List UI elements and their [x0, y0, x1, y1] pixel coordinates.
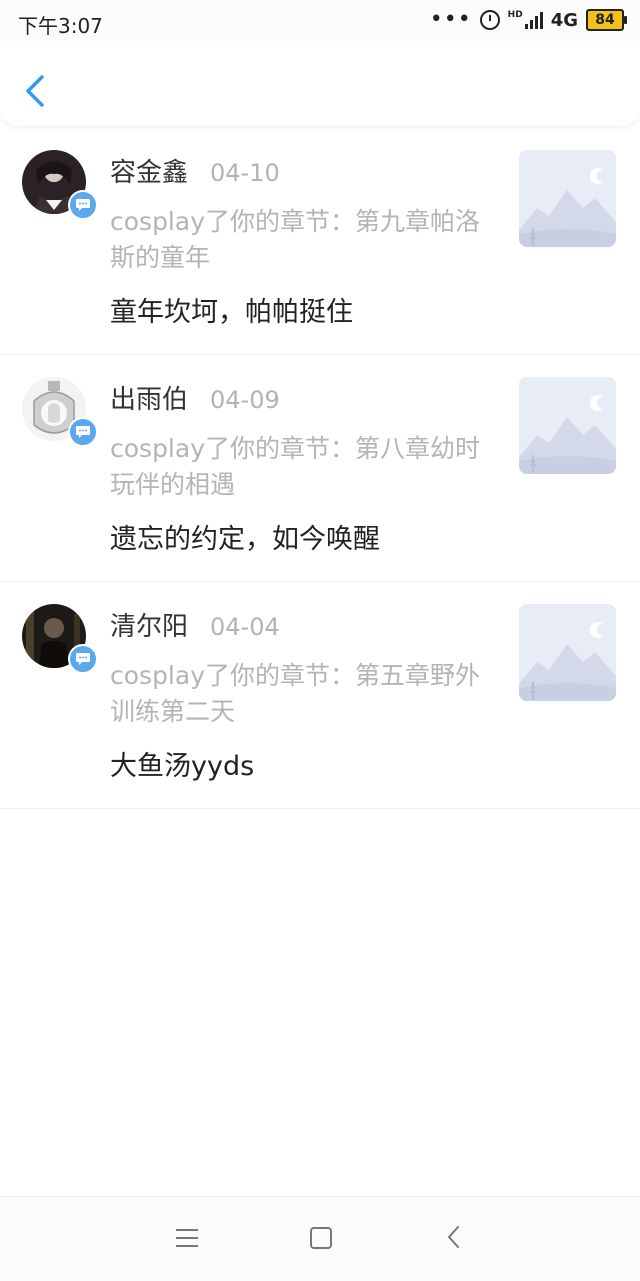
date: 04-10	[210, 159, 280, 187]
name-row: 出雨伯 04-09	[110, 379, 280, 416]
comment: 大鱼汤yyds	[110, 751, 255, 782]
home-icon[interactable]	[310, 1227, 332, 1249]
notification-list: 容金鑫 04-10 cosplay了你的章节：第九章帕洛斯的童年 童年坎坷，帕帕…	[0, 128, 640, 809]
signal-group: HD	[508, 11, 543, 29]
back-icon[interactable]	[444, 1224, 464, 1250]
chat-badge-icon	[68, 417, 98, 447]
comment: 童年坎坷，帕帕挺住	[110, 297, 353, 328]
description: cosplay了你的章节：第九章帕洛斯的童年	[110, 207, 480, 272]
signal-icon	[524, 11, 543, 29]
network-type: 4G	[550, 9, 578, 31]
user-name[interactable]: 出雨伯	[110, 379, 188, 416]
alarm-icon	[479, 10, 500, 30]
user-name[interactable]: 容金鑫	[110, 152, 188, 189]
description: cosplay了你的章节：第五章野外训练第二天	[110, 661, 480, 726]
comment: 遗忘的约定，如今唤醒	[110, 524, 380, 555]
system-nav-bar	[0, 1196, 640, 1281]
thumbnail-placeholder-image[interactable]	[519, 377, 616, 474]
back-button[interactable]	[22, 74, 48, 108]
status-time: 下午3:07	[18, 14, 103, 38]
thumbnail-placeholder-image[interactable]	[519, 604, 616, 701]
menu-icon[interactable]	[176, 1229, 198, 1247]
header	[0, 46, 640, 126]
chat-badge-icon	[68, 190, 98, 220]
user-name[interactable]: 清尔阳	[110, 606, 188, 643]
list-item[interactable]: 容金鑫 04-10 cosplay了你的章节：第九章帕洛斯的童年 童年坎坷，帕帕…	[0, 128, 640, 355]
thumbnail-placeholder-image[interactable]	[519, 150, 616, 247]
list-item[interactable]: 出雨伯 04-09 cosplay了你的章节：第八章幼时玩伴的相遇 遗忘的约定，…	[0, 355, 640, 582]
date: 04-04	[210, 613, 280, 641]
more-dots-icon: •••	[429, 7, 472, 32]
battery-icon: 84	[586, 9, 627, 31]
description: cosplay了你的章节：第八章幼时玩伴的相遇	[110, 434, 480, 499]
hd-label: HD	[507, 10, 523, 20]
chat-badge-icon	[68, 644, 98, 674]
status-icons: ••• HD 4G 84	[429, 7, 627, 32]
name-row: 清尔阳 04-04	[110, 606, 280, 643]
name-row: 容金鑫 04-10	[110, 152, 280, 189]
date: 04-09	[210, 386, 280, 414]
list-item[interactable]: 清尔阳 04-04 cosplay了你的章节：第五章野外训练第二天 大鱼汤yyd…	[0, 582, 640, 809]
status-bar: 下午3:07 ••• HD 4G 84	[0, 0, 640, 46]
